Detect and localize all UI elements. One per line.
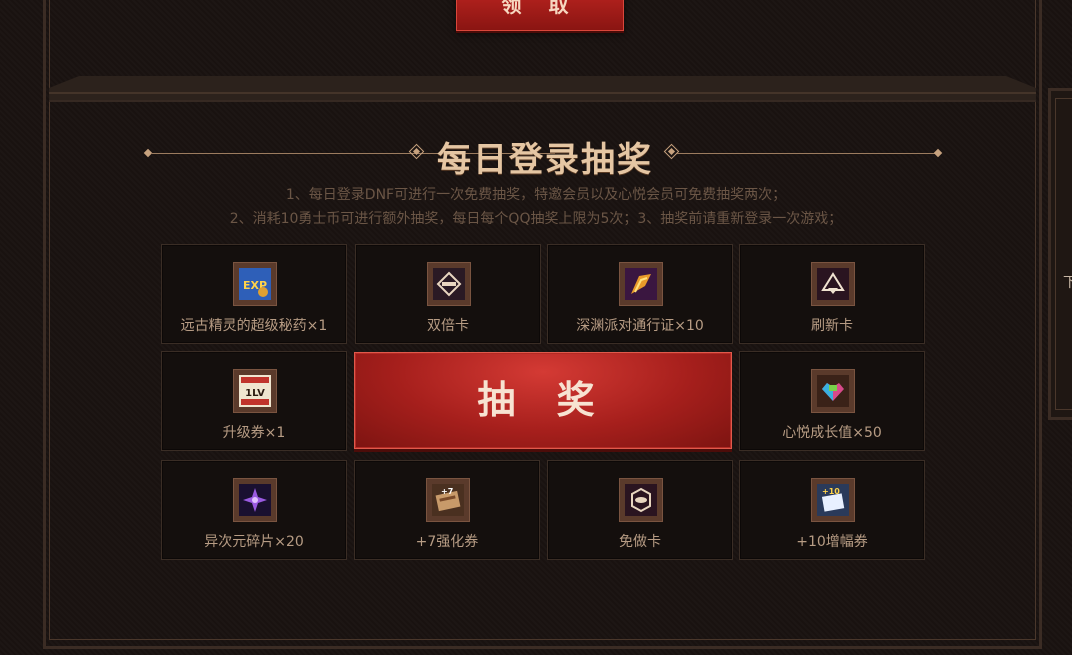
- prize-cell-double-card: 双倍卡: [355, 244, 541, 344]
- prize-cell-refresh-card: 刷新卡: [739, 244, 925, 344]
- skip-card-icon: [619, 478, 663, 522]
- svg-text:+7: +7: [441, 487, 453, 496]
- amplify-coupon-icon: +10: [811, 478, 855, 522]
- prize-name: 双倍卡: [427, 318, 469, 334]
- side-panel-text: 下: [1063, 275, 1072, 291]
- page-title: 每日登录抽奖: [437, 140, 653, 180]
- prize-cell-enhance-coupon: +7 +7强化券: [354, 460, 540, 560]
- section-divider-band: [49, 76, 1036, 102]
- refresh-card-icon: [811, 262, 855, 306]
- rule-text-1: 1、每日登录DNF可进行一次免费抽奖，特邀会员以及心悦会员可免费抽奖两次；: [285, 187, 787, 203]
- prize-name: 升级券×1: [222, 425, 286, 441]
- title-line-right: [677, 153, 939, 154]
- prize-cell-exp-potion: EXP 远古精灵的超级秘药×1: [161, 244, 347, 344]
- exp-potion-icon: EXP: [233, 262, 277, 306]
- abyss-pass-icon: [619, 262, 663, 306]
- prize-name: 刷新卡: [811, 318, 853, 334]
- prize-name: +7强化券: [415, 534, 479, 550]
- rule-text-2: 2、消耗10勇士币可进行额外抽奖，每日每个QQ抽奖上限为5次；3、抽奖前请重新登…: [229, 211, 843, 227]
- prize-grid: EXP 远古精灵的超级秘药×1 双倍卡 深渊派对通行证×10 刷新卡 1LV 升…: [161, 244, 925, 560]
- prize-name: 免做卡: [619, 534, 661, 550]
- growth-value-icon: [811, 369, 855, 413]
- title-diamond-right-icon: [663, 143, 680, 160]
- level-up-coupon-icon: 1LV: [233, 369, 277, 413]
- prize-cell-abyss-pass: 深渊派对通行证×10: [547, 244, 733, 344]
- svg-text:1LV: 1LV: [245, 388, 265, 399]
- prize-cell-growth-value: 心悦成长值×50: [739, 351, 925, 451]
- draw-button[interactable]: 抽 奖: [354, 352, 732, 449]
- claim-button[interactable]: 领 取: [456, 0, 624, 31]
- prize-name: 深渊派对通行证×10: [576, 318, 704, 334]
- section-title-row: 每日登录抽奖: [143, 132, 943, 180]
- prize-cell-dimension-shard: 异次元碎片×20: [161, 460, 347, 560]
- prize-name: 心悦成长值×50: [782, 425, 882, 441]
- svg-text:+10: +10: [822, 487, 840, 496]
- prize-name: 异次元碎片×20: [204, 534, 304, 550]
- prize-cell-amplify-coupon: +10 +10增幅券: [739, 460, 925, 560]
- title-diamond-left-icon: [408, 143, 425, 160]
- double-card-icon: [427, 262, 471, 306]
- prize-name: +10增幅券: [796, 534, 868, 550]
- enhance-coupon-icon: +7: [426, 478, 470, 522]
- dimension-shard-icon: [233, 478, 277, 522]
- prize-cell-level-up-coupon: 1LV 升级券×1: [161, 351, 347, 451]
- title-dot-right: [933, 148, 943, 158]
- prize-name: 远古精灵的超级秘药×1: [180, 318, 328, 334]
- prize-cell-skip-card: 免做卡: [547, 460, 733, 560]
- side-panel-inner: [1055, 98, 1072, 410]
